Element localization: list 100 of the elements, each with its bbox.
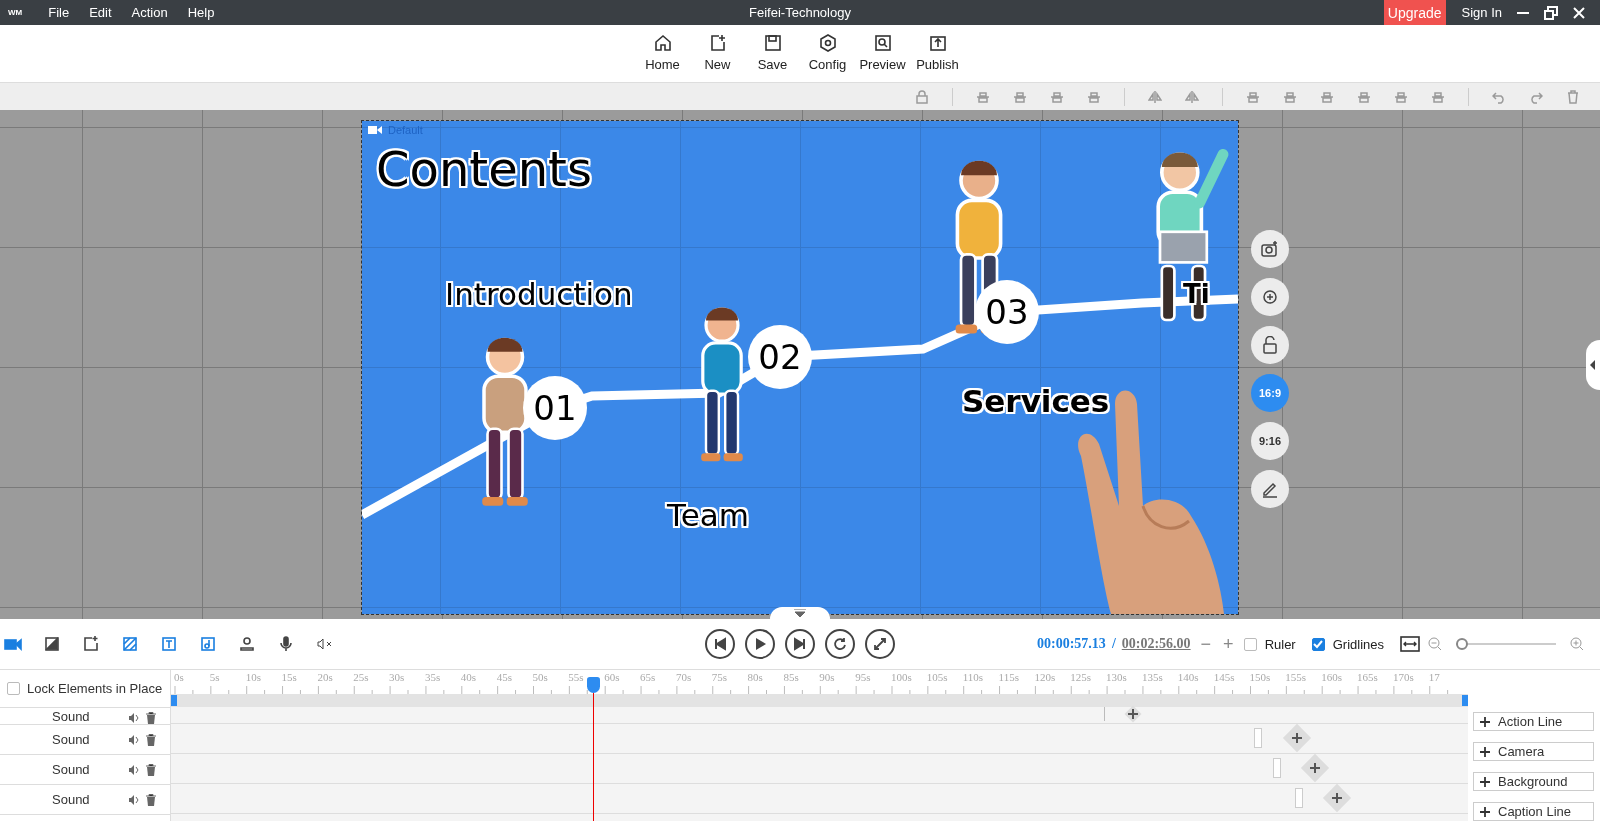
tick-label: 140s bbox=[1177, 671, 1199, 684]
align-icon[interactable] bbox=[1050, 89, 1064, 104]
pencil-icon bbox=[1261, 480, 1279, 499]
add-track-button[interactable]: Action Line bbox=[1473, 712, 1594, 731]
tick-label: 85s bbox=[783, 671, 799, 684]
audio-clip[interactable] bbox=[1295, 788, 1303, 808]
tick-label: 115s bbox=[998, 671, 1019, 684]
add-track-button[interactable]: Caption Line bbox=[1473, 802, 1594, 821]
tick-label: 10s bbox=[245, 671, 261, 684]
lock-button[interactable] bbox=[1251, 326, 1289, 365]
replay-button[interactable] bbox=[825, 629, 855, 660]
align-icon[interactable] bbox=[1394, 89, 1408, 104]
save-icon bbox=[763, 34, 782, 53]
restore-icon[interactable] bbox=[1544, 5, 1558, 20]
align-icon[interactable] bbox=[1357, 89, 1371, 104]
aspect-ratio-button[interactable]: 9:16 bbox=[1251, 422, 1289, 461]
trash-icon[interactable] bbox=[146, 763, 156, 776]
align-icon[interactable] bbox=[1283, 89, 1297, 104]
tick-label: 155s bbox=[1285, 671, 1307, 684]
tick-label: 35s bbox=[424, 671, 441, 684]
increase-button[interactable]: + bbox=[1221, 633, 1236, 655]
total-duration[interactable]: 00:02:56.00 bbox=[1121, 636, 1191, 653]
step-title: Team bbox=[667, 497, 749, 534]
menu-item[interactable]: File bbox=[48, 5, 70, 20]
trash-icon[interactable] bbox=[146, 712, 156, 724]
text-icon[interactable] bbox=[160, 635, 178, 654]
collapse-icon bbox=[1589, 359, 1597, 372]
menu-item[interactable]: Edit bbox=[89, 5, 112, 20]
gridlines-checkbox[interactable] bbox=[1311, 637, 1325, 651]
toolbar-button[interactable]: Publish bbox=[914, 34, 961, 73]
track-name: Sound bbox=[52, 732, 91, 747]
tick-label: 45s bbox=[496, 671, 512, 684]
undo-icon[interactable] bbox=[1492, 89, 1506, 104]
align-icon[interactable] bbox=[1087, 89, 1101, 104]
toolbar-button[interactable]: Home bbox=[639, 34, 686, 73]
trash-icon[interactable] bbox=[146, 793, 156, 806]
person-icon[interactable] bbox=[238, 635, 256, 654]
speaker-icon[interactable] bbox=[128, 733, 140, 746]
pattern-icon[interactable] bbox=[121, 635, 139, 654]
background-icon[interactable] bbox=[43, 635, 61, 654]
home-icon bbox=[653, 34, 672, 53]
audio-clip[interactable] bbox=[1273, 758, 1281, 778]
range-handle[interactable] bbox=[171, 695, 177, 706]
close-icon[interactable] bbox=[1572, 5, 1586, 20]
toolbar-button[interactable]: Preview bbox=[859, 34, 906, 73]
tick-label: 120s bbox=[1034, 671, 1056, 684]
redo-icon[interactable] bbox=[1529, 89, 1543, 104]
flip-icon[interactable] bbox=[1148, 89, 1162, 104]
decrease-button[interactable]: − bbox=[1198, 633, 1214, 655]
lock-icon[interactable] bbox=[915, 89, 929, 104]
tick-label: 70s bbox=[675, 671, 692, 684]
tick-label: 17 bbox=[1428, 671, 1440, 684]
range-handle[interactable] bbox=[1462, 695, 1468, 706]
toolbar-button[interactable]: Config bbox=[804, 34, 851, 73]
ruler-checkbox[interactable] bbox=[1243, 637, 1257, 651]
toolbar-button[interactable]: Save bbox=[749, 34, 796, 73]
align-icon[interactable] bbox=[1246, 89, 1260, 104]
fit-width-icon[interactable] bbox=[1400, 636, 1420, 653]
tick-label: 55s bbox=[568, 671, 584, 684]
plus-icon bbox=[1128, 709, 1138, 719]
tick-label: 0s bbox=[174, 671, 184, 684]
tick-label: 165s bbox=[1357, 671, 1378, 684]
speaker-icon[interactable] bbox=[128, 712, 140, 724]
align-icon[interactable] bbox=[1431, 89, 1445, 104]
replace-button[interactable] bbox=[1251, 278, 1289, 317]
align-icon[interactable] bbox=[976, 89, 990, 104]
speaker-icon[interactable] bbox=[128, 763, 140, 776]
align-icon[interactable] bbox=[1013, 89, 1027, 104]
music-icon[interactable] bbox=[199, 635, 217, 654]
previous-button[interactable] bbox=[705, 629, 735, 660]
panel-toggle[interactable] bbox=[1586, 340, 1600, 391]
zoom-out-icon[interactable] bbox=[1428, 637, 1442, 652]
tick-label: 130s bbox=[1106, 671, 1127, 684]
menu-item[interactable]: Action bbox=[131, 5, 168, 20]
align-icon[interactable] bbox=[1320, 89, 1334, 104]
speaker-icon[interactable] bbox=[128, 793, 140, 806]
audio-clip[interactable] bbox=[1254, 728, 1262, 748]
menu-item[interactable]: Help bbox=[187, 5, 215, 20]
plus-icon bbox=[1480, 776, 1490, 787]
sign-in-link[interactable]: Sign In bbox=[1461, 5, 1502, 20]
edit-button[interactable] bbox=[1251, 470, 1289, 509]
next-button[interactable] bbox=[785, 629, 815, 660]
microphone-icon[interactable] bbox=[277, 635, 295, 654]
panel-toggle[interactable] bbox=[770, 607, 830, 620]
zoom-in-icon[interactable] bbox=[1570, 637, 1584, 652]
trash-icon[interactable] bbox=[146, 733, 156, 746]
lock-checkbox[interactable] bbox=[7, 682, 20, 695]
add-element-icon[interactable] bbox=[82, 635, 100, 654]
tick-label: 20s bbox=[317, 671, 333, 684]
play-button[interactable] bbox=[745, 629, 775, 660]
fullscreen-button[interactable] bbox=[865, 629, 895, 660]
add-track-button[interactable]: Camera bbox=[1473, 742, 1594, 761]
toolbar-button[interactable]: New bbox=[694, 34, 741, 73]
app-logo: WM bbox=[8, 8, 23, 17]
flip-icon[interactable] bbox=[1185, 89, 1199, 104]
plus-icon bbox=[1480, 716, 1490, 727]
snapshot-button[interactable] bbox=[1251, 230, 1289, 269]
previous-icon bbox=[713, 637, 727, 652]
add-track-button[interactable]: Background bbox=[1473, 772, 1594, 791]
tick-label: 80s bbox=[747, 671, 763, 684]
